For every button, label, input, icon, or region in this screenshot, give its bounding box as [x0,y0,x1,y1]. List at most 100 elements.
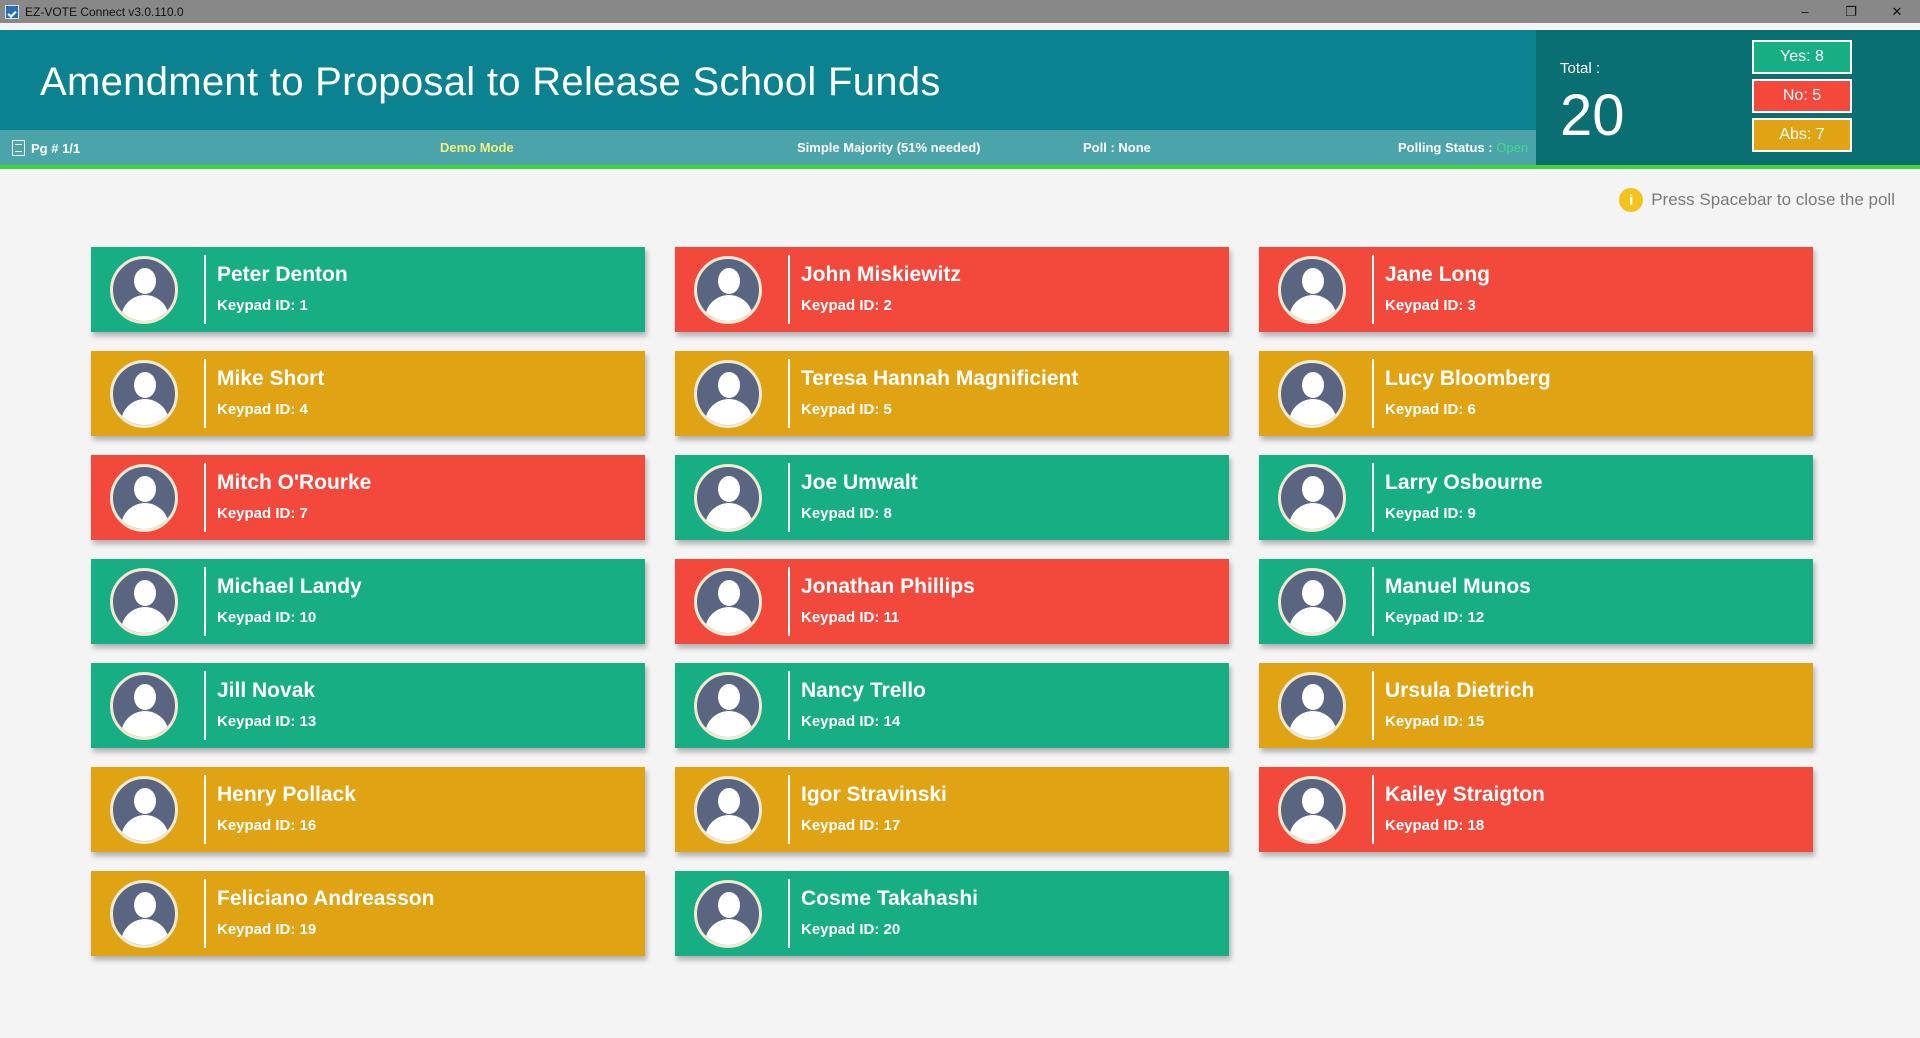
voter-card[interactable]: Mitch O'Rourke Keypad ID: 7 [91,455,645,540]
card-divider [204,775,206,844]
voter-card[interactable]: Larry Osbourne Keypad ID: 9 [1259,455,1813,540]
poll-label: Poll : [1083,140,1115,155]
keypad-id: Keypad ID: 13 [217,713,317,730]
keypad-id: Keypad ID: 3 [1385,297,1476,314]
poll-info-bar: Pg # 1/1 Demo Mode Simple Majority (51% … [0,130,1536,165]
voter-name: Mitch O'Rourke [217,471,372,494]
voter-card[interactable]: Feliciano Andreasson Keypad ID: 19 [91,871,645,956]
card-divider [788,671,790,740]
user-avatar-icon [694,568,762,636]
voter-name: Jane Long [1385,263,1491,286]
voter-card[interactable]: Teresa Hannah Magnificient Keypad ID: 5 [675,351,1229,436]
window-controls: – ❐ ✕ [1782,0,1920,23]
keypad-id: Keypad ID: 18 [1385,817,1485,834]
voter-card[interactable]: Nancy Trello Keypad ID: 14 [675,663,1229,748]
voter-card[interactable]: Kailey Straigton Keypad ID: 18 [1259,767,1813,852]
page-number: Pg # 1/1 [31,141,81,156]
voter-name: Igor Stravinski [801,783,947,806]
user-avatar-icon [694,776,762,844]
card-divider [204,463,206,532]
user-avatar-icon [110,256,178,324]
restore-button[interactable]: ❐ [1828,0,1874,23]
total-label: Total : [1560,60,1601,77]
card-divider [1372,775,1374,844]
user-avatar-icon [110,568,178,636]
voter-card[interactable]: Joe Umwalt Keypad ID: 8 [675,455,1229,540]
voter-card[interactable]: Manuel Munos Keypad ID: 12 [1259,559,1813,644]
hint-text: Press Spacebar to close the poll [1651,190,1895,209]
card-divider [204,671,206,740]
voter-card[interactable]: Jill Novak Keypad ID: 13 [91,663,645,748]
voter-name: John Miskiewitz [801,263,961,286]
close-window-button[interactable]: ✕ [1874,0,1920,23]
info-icon: i [1619,188,1644,212]
user-avatar-icon [110,776,178,844]
user-avatar-icon [1278,568,1346,636]
vote-totals-panel: Total : 20 Yes: 8 No: 5 Abs: 7 [1536,30,1920,165]
voter-card[interactable]: Henry Pollack Keypad ID: 16 [91,767,645,852]
user-avatar-icon [694,464,762,532]
voter-card[interactable]: Igor Stravinski Keypad ID: 17 [675,767,1229,852]
polling-status-label: Polling Status : [1398,140,1493,155]
keypad-id: Keypad ID: 20 [801,921,901,938]
yes-count-badge: Yes: 8 [1752,40,1852,74]
card-divider [1372,567,1374,636]
voter-card[interactable]: John Miskiewitz Keypad ID: 2 [675,247,1229,332]
voter-name: Manuel Munos [1385,575,1531,598]
user-avatar-icon [694,256,762,324]
page-list-icon [12,140,25,156]
poll-header: Amendment to Proposal to Release School … [0,30,1536,130]
user-avatar-icon [1278,776,1346,844]
poll-title: Amendment to Proposal to Release School … [40,60,941,104]
window-title-bar[interactable]: EZ-VOTE Connect v3.0.110.0 – ❐ ✕ [0,0,1920,23]
poll-indicator: Poll : None [1083,140,1151,155]
voter-card[interactable]: Peter Denton Keypad ID: 1 [91,247,645,332]
card-divider [1372,463,1374,532]
voter-name: Feliciano Andreasson [217,887,435,910]
voter-card[interactable]: Jonathan Phillips Keypad ID: 11 [675,559,1229,644]
keypad-id: Keypad ID: 19 [217,921,317,938]
close-poll-hint: i Press Spacebar to close the poll [1619,188,1895,212]
voter-name: Henry Pollack [217,783,356,806]
no-count-badge: No: 5 [1752,79,1852,113]
voter-name: Ursula Dietrich [1385,679,1535,702]
voter-card[interactable]: Jane Long Keypad ID: 3 [1259,247,1813,332]
voter-name: Nancy Trello [801,679,926,702]
voter-name: Joe Umwalt [801,471,918,494]
voter-name: Jonathan Phillips [801,575,975,598]
user-avatar-icon [694,880,762,948]
card-divider [788,567,790,636]
app-logo-icon [5,4,19,19]
keypad-id: Keypad ID: 6 [1385,401,1476,418]
polling-status: Polling Status : Open [1398,140,1528,155]
keypad-id: Keypad ID: 5 [801,401,892,418]
keypad-id: Keypad ID: 11 [801,609,900,626]
voter-card[interactable]: Mike Short Keypad ID: 4 [91,351,645,436]
page-indicator: Pg # 1/1 [12,140,80,156]
polling-status-value: Open [1496,140,1529,155]
minimize-button[interactable]: – [1782,0,1828,23]
user-avatar-icon [1278,360,1346,428]
keypad-id: Keypad ID: 12 [1385,609,1485,626]
card-divider [788,463,790,532]
card-divider [204,359,206,428]
user-avatar-icon [110,880,178,948]
voter-card[interactable]: Lucy Bloomberg Keypad ID: 6 [1259,351,1813,436]
voter-card[interactable]: Michael Landy Keypad ID: 10 [91,559,645,644]
header-divider [0,165,1920,169]
user-avatar-icon [1278,464,1346,532]
card-divider [788,775,790,844]
keypad-id: Keypad ID: 4 [217,401,308,418]
voter-card[interactable]: Ursula Dietrich Keypad ID: 15 [1259,663,1813,748]
user-avatar-icon [694,672,762,740]
voter-card[interactable]: Cosme Takahashi Keypad ID: 20 [675,871,1229,956]
demo-mode-label: Demo Mode [440,140,514,155]
card-divider [1372,359,1374,428]
keypad-id: Keypad ID: 15 [1385,713,1485,730]
keypad-id: Keypad ID: 1 [217,297,308,314]
user-avatar-icon [110,464,178,532]
card-divider [788,879,790,948]
voter-name: Larry Osbourne [1385,471,1543,494]
user-avatar-icon [694,360,762,428]
voter-name: Teresa Hannah Magnificient [801,367,1079,390]
